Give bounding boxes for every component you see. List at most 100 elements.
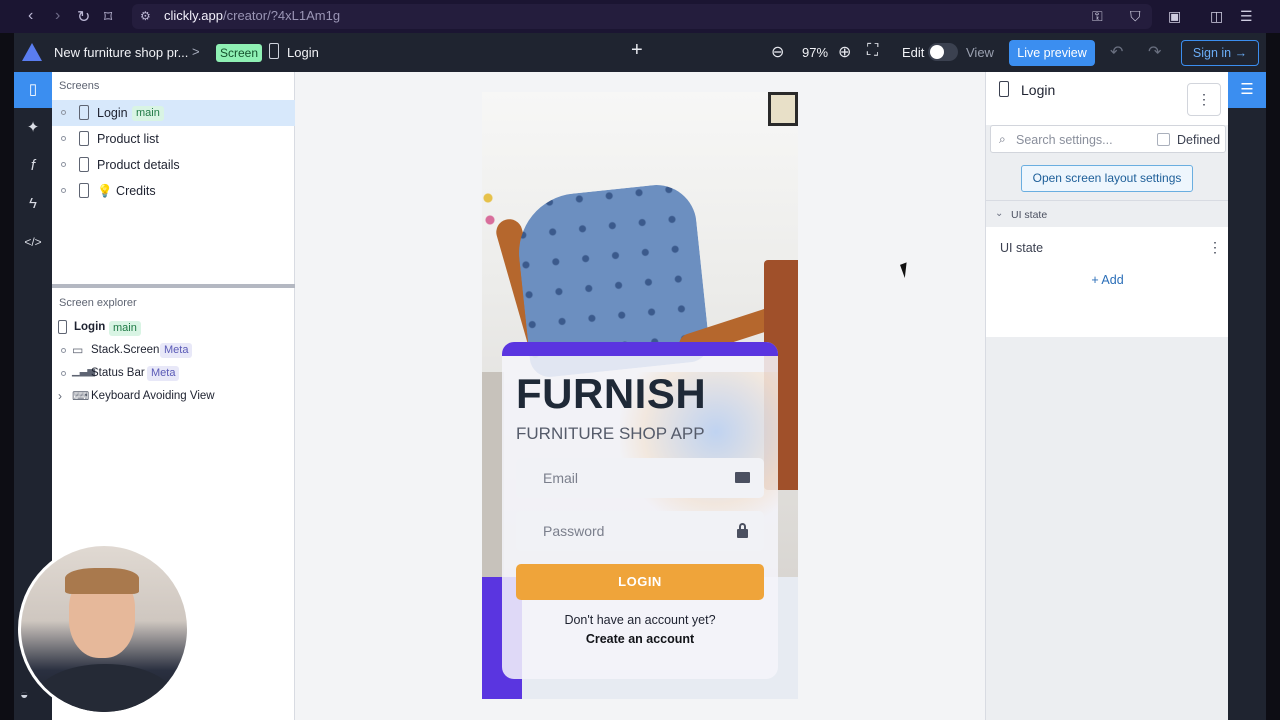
zoom-level: 97% — [802, 45, 829, 60]
sign-in-button[interactable]: Sign in → — [1181, 40, 1259, 66]
search-icon: ⌕ — [999, 132, 1006, 146]
open-layout-settings-button[interactable]: Open screen layout settings — [1021, 165, 1193, 192]
screen-label: 💡 Credits — [97, 184, 156, 198]
edit-view-toggle[interactable] — [928, 43, 958, 61]
right-rail: ☰ — [1228, 72, 1266, 720]
ui-state-section-header[interactable]: ⌄ UI state — [986, 200, 1229, 227]
bullet-icon — [61, 371, 66, 376]
sidebar-icon[interactable]: ▣ — [1168, 8, 1181, 25]
chevron-right-icon[interactable]: › — [58, 389, 62, 403]
project-name[interactable]: New furniture shop pr... — [54, 45, 188, 60]
screen-item-product-details[interactable]: Product details — [52, 152, 295, 178]
explorer-label: Keyboard Avoiding View — [91, 390, 215, 402]
app-logo-icon[interactable] — [22, 43, 42, 61]
bullet-icon — [61, 188, 66, 193]
mouse-cursor-icon — [900, 260, 918, 278]
phone-icon — [58, 320, 67, 334]
explorer-label: Stack.Screen — [91, 344, 160, 356]
wall-shadow — [482, 372, 504, 577]
breadcrumb-screen[interactable]: Login — [287, 45, 319, 60]
phone-icon — [79, 157, 89, 172]
sliders-icon[interactable]: ☰ — [1228, 72, 1266, 108]
picture-frame-image — [768, 92, 798, 126]
meta-tag: Meta — [160, 343, 193, 358]
shield-icon[interactable]: ⛉ — [1130, 8, 1141, 25]
code-icon[interactable]: </> — [14, 224, 52, 260]
screen-label: Product list — [97, 132, 159, 146]
add-ui-state-button[interactable]: + Add — [986, 273, 1229, 287]
screen-item-credits[interactable]: 💡 Credits — [52, 178, 295, 204]
zoom-out-icon[interactable]: ⊖ — [771, 42, 784, 62]
lightning-icon[interactable]: ϟ — [14, 186, 52, 222]
device-preview[interactable]: FURNISH FURNITURE SHOP APP Email Passwor… — [482, 92, 798, 699]
screen-item-login[interactable]: Login main — [52, 100, 295, 126]
card-accent-bar — [502, 342, 778, 356]
phone-icon — [79, 183, 89, 198]
fullscreen-icon[interactable]: ⛶ — [867, 42, 878, 60]
explorer-item-status-bar[interactable]: ▁▃▅ Status Bar Meta — [52, 363, 295, 385]
brand-tagline: FURNITURE SHOP APP — [516, 424, 705, 443]
glasses-icon[interactable]: ◫ — [1210, 8, 1223, 25]
bullet-icon — [61, 162, 66, 167]
redo-icon[interactable]: ↷ — [1148, 42, 1161, 62]
password-field[interactable]: Password — [516, 511, 764, 551]
toggle-knob — [930, 45, 944, 59]
settings-header: Login ⋮ — [986, 72, 1229, 125]
phone-icon — [79, 105, 89, 120]
kebab-menu-icon[interactable]: ⋮ — [1208, 239, 1222, 256]
add-icon[interactable]: + — [631, 39, 643, 62]
login-card: FURNISH FURNITURE SHOP APP Email Passwor… — [502, 342, 778, 679]
menu-icon[interactable]: ☰ — [1240, 8, 1253, 25]
explorer-item-keyboard-avoiding-view[interactable]: › ⌨ Keyboard Avoiding View — [52, 386, 295, 408]
app-window: New furniture shop pr... > Screen Login … — [14, 33, 1266, 720]
explorer-root-login[interactable]: Login main — [52, 317, 295, 339]
login-button[interactable]: LOGIN — [516, 564, 764, 600]
component-icon[interactable]: ✦ — [14, 110, 52, 146]
mail-icon — [735, 472, 750, 483]
more-options-button[interactable]: ⋮ — [1187, 83, 1221, 116]
defined-checkbox[interactable] — [1157, 133, 1170, 146]
undo-icon[interactable]: ↶ — [1110, 42, 1123, 62]
site-settings-icon[interactable]: ⚙ — [140, 9, 151, 23]
defined-label: Defined — [1177, 133, 1221, 147]
settings-panel: Login ⋮ ⌕ Search settings... Defined Ope… — [985, 72, 1229, 720]
reload-icon[interactable]: ↻ — [77, 7, 90, 27]
function-icon[interactable]: f — [14, 148, 52, 184]
screen-item-product-list[interactable]: Product list — [52, 126, 295, 152]
url-text[interactable]: clickly.app/creator/?4xL1Am1g — [164, 8, 340, 23]
explorer-label: Login — [74, 321, 106, 333]
search-settings-input[interactable]: ⌕ Search settings... Defined — [990, 125, 1226, 153]
canvas[interactable]: FURNISH FURNITURE SHOP APP Email Passwor… — [296, 72, 985, 720]
view-label: View — [966, 45, 994, 60]
screen-label: Login — [97, 106, 128, 120]
forward-icon[interactable]: › — [55, 7, 60, 25]
phone-icon[interactable]: ▯ — [14, 72, 52, 108]
presenter-hair — [65, 568, 139, 594]
no-account-text: Don't have an account yet? — [564, 613, 716, 627]
search-placeholder: Search settings... — [1016, 133, 1113, 147]
browser-bar: ‹ › ↻ ⌑ ⚙ clickly.app/creator/?4xL1Am1g … — [0, 0, 1280, 33]
back-icon[interactable]: ‹ — [28, 7, 33, 25]
bullet-icon — [61, 348, 66, 353]
ui-state-section: UI state ⋮ + Add — [986, 227, 1229, 337]
discord-icon[interactable]: ◒ — [20, 686, 44, 708]
app-toolbar: New furniture shop pr... > Screen Login … — [14, 33, 1266, 72]
main-tag: main — [109, 321, 141, 336]
phone-icon — [999, 81, 1009, 97]
password-placeholder: Password — [543, 523, 605, 539]
zoom-in-icon[interactable]: ⊕ — [838, 42, 851, 62]
panel-divider[interactable] — [52, 284, 295, 288]
live-preview-button[interactable]: Live preview — [1009, 40, 1095, 66]
screen-label: Product details — [97, 158, 180, 172]
bookmark-icon[interactable]: ⌑ — [104, 7, 112, 27]
section-label: UI state — [1011, 209, 1048, 221]
chevron-down-icon: ⌄ — [995, 208, 1004, 219]
email-field[interactable]: Email — [516, 458, 764, 498]
stack-icon: ▭ — [72, 343, 84, 357]
create-account-link[interactable]: Create an account — [502, 632, 778, 646]
key-icon[interactable]: ⚿ — [1092, 8, 1103, 25]
brand-title: FURNISH — [516, 370, 707, 417]
explorer-item-stack-screen[interactable]: ▭ Stack.Screen Meta — [52, 340, 295, 362]
screen-explorer-title: Screen explorer — [59, 297, 137, 309]
lock-icon — [737, 523, 748, 538]
